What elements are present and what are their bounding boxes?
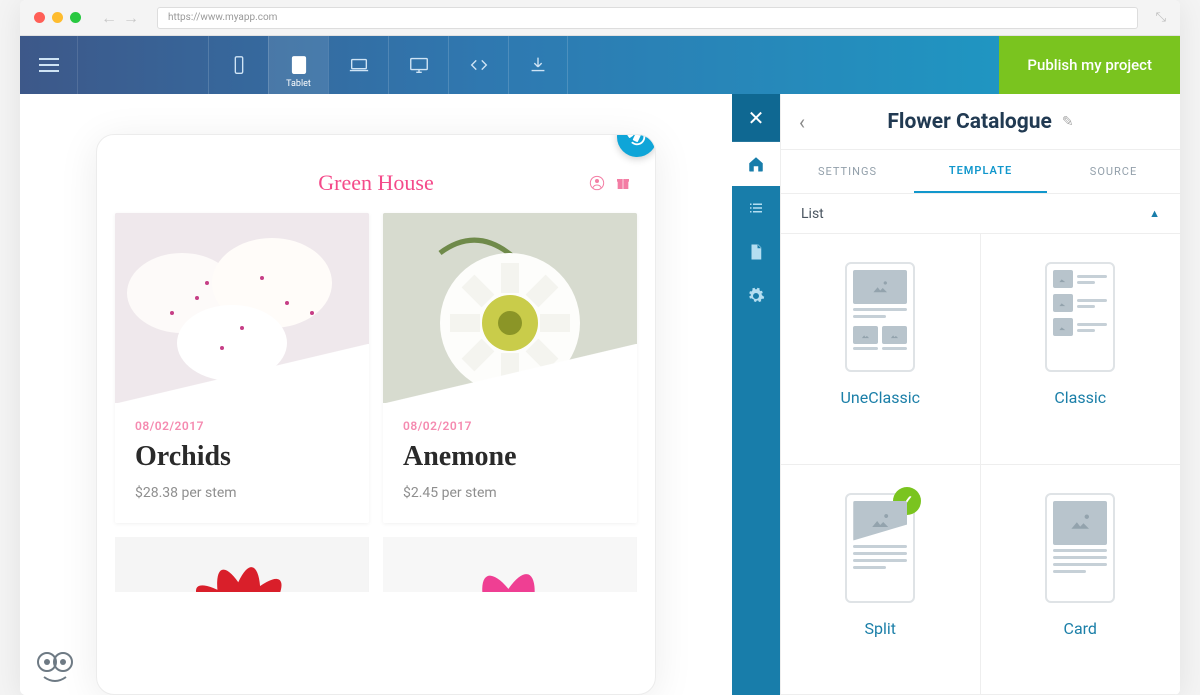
- template-classic[interactable]: Classic: [981, 234, 1181, 465]
- tab-template[interactable]: TEMPLATE: [914, 150, 1047, 193]
- nav-list-icon[interactable]: [732, 186, 780, 230]
- product-price: $28.38 per stem: [135, 485, 349, 501]
- close-panel-button[interactable]: ✕: [732, 94, 780, 142]
- profile-icon[interactable]: [589, 175, 605, 191]
- template-uneclassic[interactable]: UneClassic: [781, 234, 981, 465]
- menu-button[interactable]: [20, 36, 78, 94]
- tab-source[interactable]: SOURCE: [1047, 150, 1180, 193]
- design-canvas: Green House: [20, 94, 732, 695]
- properties-panel: ‹ Flower Catalogue ✎ SETTINGS TEMPLATE S…: [780, 94, 1180, 695]
- section-list-toggle[interactable]: List ▲: [781, 194, 1180, 234]
- window-controls[interactable]: [34, 12, 81, 23]
- device-phone[interactable]: [208, 36, 268, 94]
- chevron-up-icon: ▲: [1149, 207, 1160, 220]
- device-tablet[interactable]: Tablet: [268, 36, 328, 94]
- product-thumb[interactable]: [115, 537, 369, 592]
- url-text: https://www.myapp.com: [168, 12, 277, 23]
- nav-forward-icon[interactable]: →: [123, 8, 139, 28]
- device-code[interactable]: [448, 36, 508, 94]
- device-download[interactable]: [508, 36, 568, 94]
- browser-chrome: ← → https://www.myapp.com ⤡: [20, 0, 1180, 36]
- device-desktop[interactable]: [388, 36, 448, 94]
- panel-title: Flower Catalogue: [887, 110, 1051, 134]
- panel-back-icon[interactable]: ‹: [799, 110, 805, 134]
- nav-home-icon[interactable]: [732, 142, 780, 186]
- product-title: Orchids: [135, 441, 349, 473]
- product-image: [383, 213, 637, 403]
- template-card[interactable]: Card: [981, 465, 1181, 695]
- product-card[interactable]: 08/02/2017 Anemone $2.45 per stem: [383, 213, 637, 523]
- nav-back-icon[interactable]: ←: [101, 8, 117, 28]
- device-laptop[interactable]: [328, 36, 388, 94]
- tablet-preview-frame: Green House: [96, 134, 656, 695]
- app-toolbar: Tablet Publish my project: [20, 36, 1180, 94]
- product-title: Anemone: [403, 441, 617, 473]
- address-bar[interactable]: https://www.myapp.com: [157, 7, 1138, 29]
- rotate-button[interactable]: [617, 134, 656, 157]
- expand-icon[interactable]: ⤡: [1156, 10, 1166, 25]
- side-toolbar: ✕: [732, 94, 780, 695]
- edit-title-icon[interactable]: ✎: [1062, 114, 1074, 130]
- site-brand: Green House: [318, 170, 433, 196]
- template-label: Card: [1064, 619, 1097, 638]
- nav-page-icon[interactable]: [732, 230, 780, 274]
- product-image: [115, 213, 369, 403]
- mascot-icon: [34, 647, 74, 687]
- template-label: UneClassic: [841, 388, 920, 407]
- template-label: Split: [865, 619, 897, 638]
- nav-settings-icon[interactable]: [732, 274, 780, 318]
- product-thumb[interactable]: [383, 537, 637, 592]
- product-card[interactable]: 08/02/2017 Orchids $28.38 per stem: [115, 213, 369, 523]
- device-label: Tablet: [286, 79, 311, 89]
- section-label: List: [801, 206, 824, 222]
- product-date: 08/02/2017: [135, 419, 349, 433]
- product-date: 08/02/2017: [403, 419, 617, 433]
- product-price: $2.45 per stem: [403, 485, 617, 501]
- publish-button[interactable]: Publish my project: [999, 36, 1180, 94]
- gift-icon[interactable]: [615, 175, 631, 191]
- tab-settings[interactable]: SETTINGS: [781, 150, 914, 193]
- template-split[interactable]: ✓ Split: [781, 465, 981, 695]
- template-label: Classic: [1054, 388, 1106, 407]
